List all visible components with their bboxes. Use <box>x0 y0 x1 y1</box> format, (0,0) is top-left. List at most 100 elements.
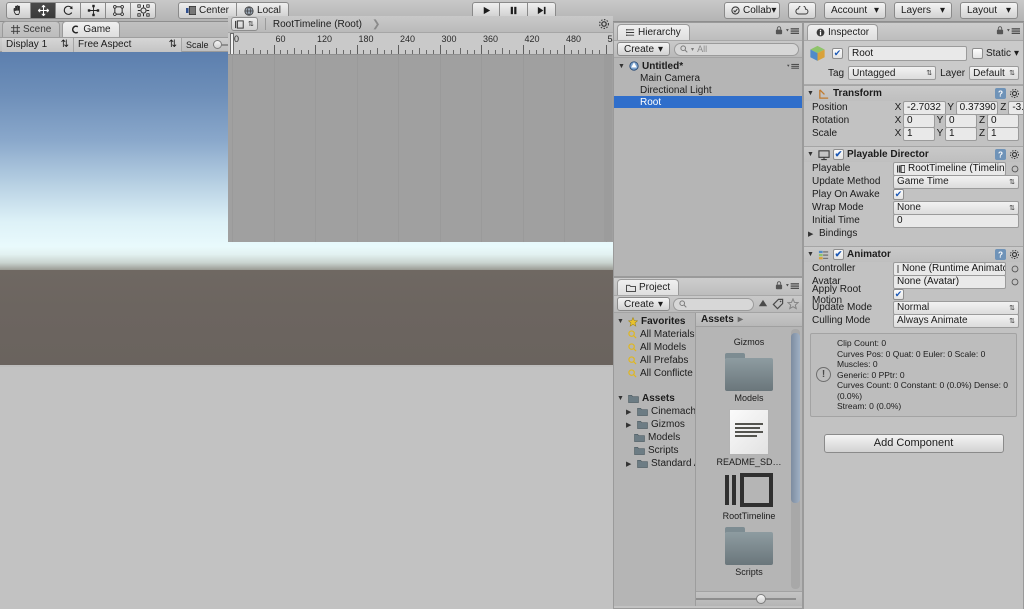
project-tree-item-standard-assets[interactable]: ▶ Standard As <box>614 457 695 470</box>
lock-icon[interactable] <box>775 281 783 290</box>
layout-button[interactable]: Layout ▾ <box>960 2 1018 19</box>
position-y-input[interactable]: 0.37390 <box>955 100 999 115</box>
rotate-tool-button[interactable] <box>56 2 81 19</box>
hierarchy-item-directional-light[interactable]: Directional Light <box>614 84 802 96</box>
move-tool-button[interactable] <box>31 2 56 19</box>
scale-y-input[interactable]: 1 <box>945 126 977 141</box>
rotation-y-input[interactable]: 0 <box>945 113 977 128</box>
display-dropdown[interactable]: Display 1 ⇅ <box>2 37 74 52</box>
playable-object-field[interactable]: RootTimeline (TimelineA <box>893 161 1006 176</box>
panel-menu-icon[interactable] <box>786 27 799 35</box>
foldout-open-icon[interactable]: ▼ <box>618 63 626 70</box>
foldout-open-icon[interactable]: ▼ <box>807 151 815 158</box>
object-picker-icon[interactable] <box>1011 265 1019 273</box>
asset-item[interactable]: Gizmos <box>706 327 792 347</box>
hierarchy-scene-row[interactable]: ▼ Untitled* <box>614 60 802 72</box>
project-create-button[interactable]: Create ▾ <box>617 297 671 311</box>
timeline-vertical-scrollbar[interactable] <box>604 55 612 241</box>
static-checkbox[interactable] <box>971 48 983 59</box>
project-search-input[interactable] <box>673 297 754 311</box>
avatar-object-field[interactable]: None (Avatar) <box>893 274 1006 289</box>
help-icon[interactable]: ? <box>995 249 1006 260</box>
tab-project[interactable]: Project <box>617 279 680 295</box>
object-picker-icon[interactable] <box>1011 165 1019 173</box>
playable-director-header[interactable]: ▼ ✔ Playable Director ? <box>804 147 1023 162</box>
timeline-playhead[interactable] <box>230 33 234 54</box>
transform-header[interactable]: ▼ Transform ? <box>804 86 1023 101</box>
collab-button[interactable]: Collab ▾ <box>724 2 780 19</box>
bindings-row[interactable]: ▶ Bindings <box>804 227 1023 240</box>
culling-mode-dropdown[interactable]: Always Animate ⇅ <box>893 313 1019 328</box>
asset-grid-scrollbar[interactable] <box>791 329 800 589</box>
transform-tool-button[interactable] <box>131 2 156 19</box>
initial-time-input[interactable]: 0 <box>893 213 1019 228</box>
asset-zoom-slider[interactable] <box>696 594 796 604</box>
project-assets-root[interactable]: ▼ Assets <box>614 392 695 405</box>
breadcrumb-assets[interactable]: Assets <box>701 314 734 325</box>
tab-scene[interactable]: Scene <box>2 21 61 37</box>
favorite-star-icon[interactable] <box>787 298 799 310</box>
panel-menu-icon[interactable] <box>1007 27 1020 35</box>
scene-menu-icon[interactable] <box>787 63 802 70</box>
foldout-open-icon[interactable]: ▼ <box>617 395 625 402</box>
timeline-settings-gear-icon[interactable] <box>598 18 610 30</box>
update-method-dropdown[interactable]: Game Time ⇅ <box>893 174 1019 189</box>
layer-dropdown[interactable]: Default ⇅ <box>969 66 1019 80</box>
foldout-closed-icon[interactable]: ▶ <box>626 460 634 468</box>
tag-dropdown[interactable]: Untagged ⇅ <box>848 66 937 80</box>
project-favorites-root[interactable]: ▼ Favorites <box>614 315 695 328</box>
gear-icon[interactable] <box>1009 88 1020 99</box>
hierarchy-item-main-camera[interactable]: Main Camera <box>614 72 802 84</box>
rect-tool-button[interactable] <box>106 2 131 19</box>
play-on-awake-checkbox[interactable]: ✔ <box>893 189 904 200</box>
position-z-input[interactable]: -3.1596 <box>1008 100 1023 115</box>
gear-icon[interactable] <box>1009 249 1020 260</box>
playable-director-enabled-checkbox[interactable]: ✔ <box>833 149 844 160</box>
asset-item[interactable]: RootTimeline <box>706 473 792 521</box>
filter-by-type-icon[interactable] <box>757 298 769 310</box>
project-tree-item-cinemachine[interactable]: ▶ Cinemachin <box>614 405 695 418</box>
foldout-closed-icon[interactable]: ▶ <box>626 408 634 416</box>
lock-icon[interactable] <box>996 26 1004 35</box>
project-favorite-item[interactable]: All Prefabs <box>614 354 695 367</box>
scale-x-input[interactable]: 1 <box>903 126 935 141</box>
foldout-open-icon[interactable]: ▼ <box>807 251 815 258</box>
asset-item[interactable]: Scripts <box>706 527 792 577</box>
account-button[interactable]: Account ▾ <box>824 2 886 19</box>
asset-item[interactable]: Models <box>706 353 792 403</box>
apply-root-motion-checkbox[interactable]: ✔ <box>893 289 904 300</box>
hierarchy-search-input[interactable]: ▾ All <box>674 42 799 56</box>
scale-z-input[interactable]: 1 <box>987 126 1019 141</box>
animator-header[interactable]: ▼ ✔ Animator ? <box>804 247 1023 262</box>
foldout-closed-icon[interactable]: ▶ <box>626 421 634 429</box>
cloud-button[interactable] <box>788 2 816 19</box>
asset-item[interactable]: README_SD… <box>706 409 792 467</box>
timeline-mode-button[interactable]: ⇅ <box>231 17 258 31</box>
hierarchy-item-root[interactable]: Root <box>614 96 802 108</box>
foldout-closed-icon[interactable]: ▶ <box>808 230 816 238</box>
object-picker-icon[interactable] <box>1011 278 1019 286</box>
wrap-mode-dropdown[interactable]: None ⇅ <box>893 200 1019 215</box>
project-tree-item-models[interactable]: Models <box>614 431 695 444</box>
project-favorite-item[interactable]: All Conflicte <box>614 367 695 380</box>
position-x-input[interactable]: -2.7032 <box>903 100 946 115</box>
tab-inspector[interactable]: Inspector <box>807 24 879 40</box>
aspect-dropdown[interactable]: Free Aspect ⇅ <box>74 37 182 52</box>
timeline-ruler[interactable]: 0 60 120 180 240 300 360 420 480 540 <box>228 33 613 55</box>
add-component-button[interactable]: Add Component <box>823 433 1004 453</box>
tab-hierarchy[interactable]: Hierarchy <box>617 24 690 40</box>
project-tree-item-gizmos[interactable]: ▶ Gizmos <box>614 418 695 431</box>
asset-grid[interactable]: Gizmos Models README_SD… RootTimeline Sc… <box>696 327 802 606</box>
timeline-clip-area[interactable] <box>228 55 613 242</box>
help-icon[interactable]: ? <box>995 149 1006 160</box>
gameobject-name-input[interactable]: Root <box>848 46 967 61</box>
lock-icon[interactable] <box>775 26 783 35</box>
panel-menu-icon[interactable] <box>786 282 799 290</box>
chevron-down-icon[interactable]: ▾ <box>1014 48 1019 59</box>
project-favorite-item[interactable]: All Models <box>614 341 695 354</box>
tab-game[interactable]: Game <box>62 21 120 37</box>
layers-button[interactable]: Layers ▾ <box>894 2 952 19</box>
gameobject-enabled-checkbox[interactable]: ✔ <box>832 48 843 59</box>
scale-tool-button[interactable] <box>81 2 106 19</box>
slider-knob[interactable] <box>756 594 766 604</box>
